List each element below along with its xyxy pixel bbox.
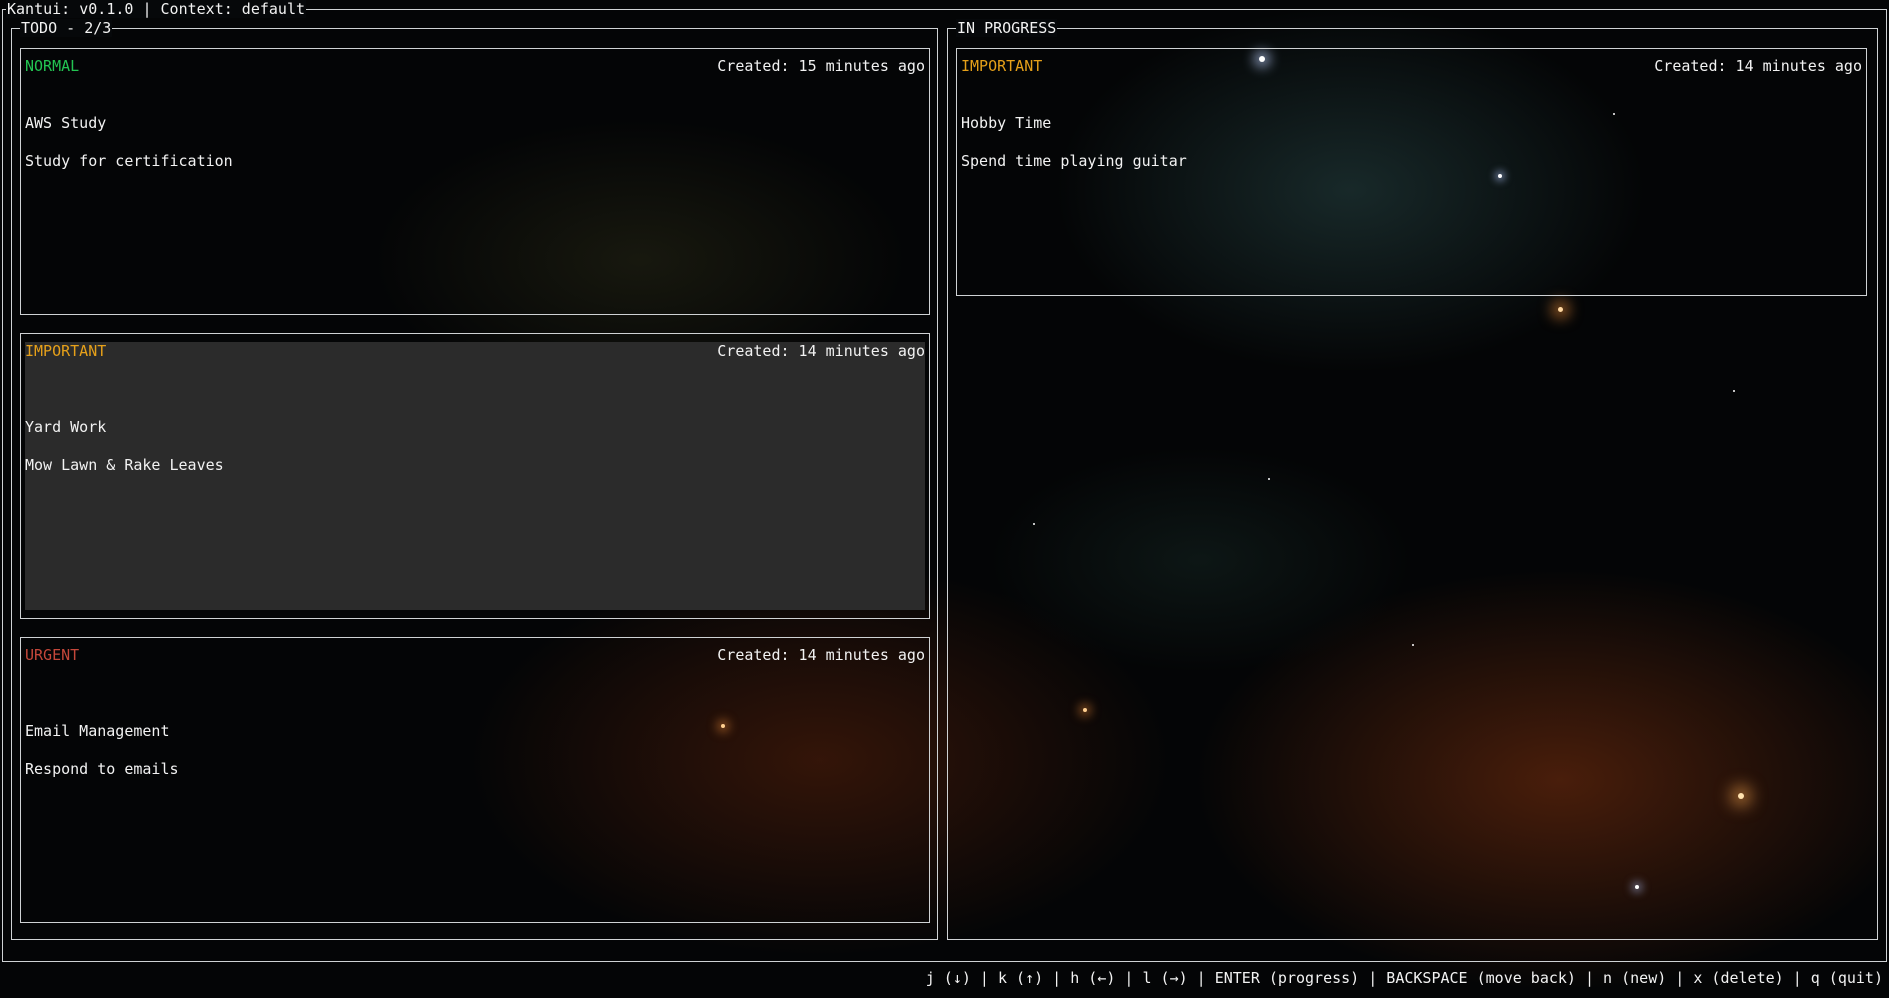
task-description: Spend time playing guitar	[961, 152, 1187, 170]
task-title: AWS Study	[25, 114, 107, 132]
task-title: Yard Work	[25, 418, 107, 436]
task-card-hobby-time[interactable]: IMPORTANT Created: 14 minutes ago Hobby …	[956, 48, 1867, 296]
task-title: Email Management	[25, 722, 170, 740]
app-title: Kantui: v0.1.0 | Context: default	[6, 0, 307, 18]
created-timestamp: Created: 14 minutes ago	[717, 342, 925, 360]
task-card-yard-work[interactable]: IMPORTANT Created: 14 minutes ago Yard W…	[20, 333, 930, 619]
created-timestamp: Created: 14 minutes ago	[1654, 57, 1862, 75]
task-description: Mow Lawn & Rake Leaves	[25, 456, 224, 474]
created-timestamp: Created: 14 minutes ago	[717, 646, 925, 664]
priority-label: IMPORTANT	[25, 342, 107, 360]
task-description: Respond to emails	[25, 760, 179, 778]
priority-label: IMPORTANT	[961, 57, 1043, 75]
created-timestamp: Created: 15 minutes ago	[717, 57, 925, 75]
priority-label: NORMAL	[25, 57, 80, 75]
task-title: Hobby Time	[961, 114, 1052, 132]
column-title: IN PROGRESS	[956, 19, 1058, 37]
priority-label: URGENT	[25, 646, 80, 664]
task-card-email-management[interactable]: URGENT Created: 14 minutes ago Email Man…	[20, 637, 930, 923]
task-card-aws-study[interactable]: NORMAL Created: 15 minutes ago AWS Study…	[20, 48, 930, 315]
keybinding-help-bar: j (↓) | k (↑) | h (←) | l (→) | ENTER (p…	[925, 969, 1883, 987]
selection-highlight	[25, 342, 925, 610]
column-title: TODO - 2/3	[20, 19, 113, 37]
task-description: Study for certification	[25, 152, 233, 170]
